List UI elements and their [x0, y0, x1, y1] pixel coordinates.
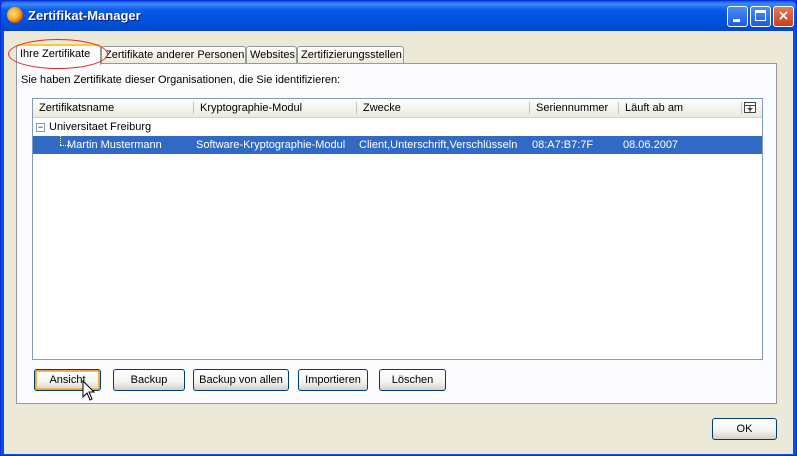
column-header-purposes[interactable]: Zwecke [357, 99, 529, 117]
ok-button[interactable]: OK [712, 418, 777, 440]
column-picker-icon[interactable] [744, 102, 756, 113]
import-button[interactable]: Importieren [298, 369, 368, 391]
column-header-name[interactable]: Zertifikatsname [33, 99, 193, 117]
tree-group-row[interactable]: − Universitaet Freiburg [33, 118, 762, 136]
firefox-icon [7, 7, 23, 23]
tree-line [60, 136, 62, 145]
minimize-icon [733, 19, 740, 22]
certificate-tree[interactable]: Zertifikatsname Kryptographie-Modul Zwec… [32, 98, 763, 360]
column-header-serial[interactable]: Seriennummer [530, 99, 618, 117]
close-icon: × [777, 8, 790, 24]
tab-label: Zertifikate anderer Personen [105, 49, 245, 61]
column-header-expires[interactable]: Läuft ab am [619, 99, 739, 117]
cell-name: Martin Mustermann [67, 139, 162, 151]
delete-button[interactable]: Löschen [379, 369, 446, 391]
cell-expires: 08.06.2007 [623, 139, 679, 151]
tab-highlight-annotation [8, 39, 108, 69]
column-separator [741, 102, 742, 114]
tab-zertifikate-anderer-personen[interactable]: Zertifikate anderer Personen [101, 46, 246, 64]
mouse-cursor-icon [82, 379, 96, 402]
close-button[interactable]: × [773, 6, 794, 27]
intro-text: Sie haben Zertifikate dieser Organisatio… [21, 74, 341, 86]
collapse-toggle-icon[interactable]: − [36, 123, 45, 132]
tree-header: Zertifikatsname Kryptographie-Modul Zwec… [33, 99, 762, 118]
certificate-manager-window: Zertifikat-Manager × Ihre Zertifikate Ze… [0, 0, 797, 456]
tab-label: Websites [250, 49, 296, 61]
minimize-button[interactable] [727, 6, 748, 27]
table-row[interactable]: Martin Mustermann Software-Kryptographie… [33, 136, 762, 154]
maximize-icon [755, 10, 766, 21]
maximize-button[interactable] [750, 6, 771, 27]
dialog-body: Ihre Zertifikate Zertifikate anderer Per… [4, 31, 793, 454]
cell-serial: 08:A7:B7:7F [532, 139, 594, 151]
tab-zertifizierungsstellen[interactable]: Zertifizierungsstellen [297, 46, 404, 64]
tab-websites[interactable]: Websites [246, 46, 297, 64]
group-label: Universitaet Freiburg [49, 121, 152, 133]
column-header-module[interactable]: Kryptographie-Modul [194, 99, 356, 117]
title-bar[interactable]: Zertifikat-Manager × [1, 1, 796, 31]
tab-label: Zertifizierungsstellen [301, 49, 402, 61]
cell-purposes: Client,Unterschrift,Verschlüsseln [359, 139, 518, 151]
backup-all-button[interactable]: Backup von allen [193, 369, 289, 391]
window-title: Zertifikat-Manager [28, 8, 141, 23]
cell-module: Software-Kryptographie-Modul [196, 139, 346, 151]
backup-button[interactable]: Backup [113, 369, 185, 391]
